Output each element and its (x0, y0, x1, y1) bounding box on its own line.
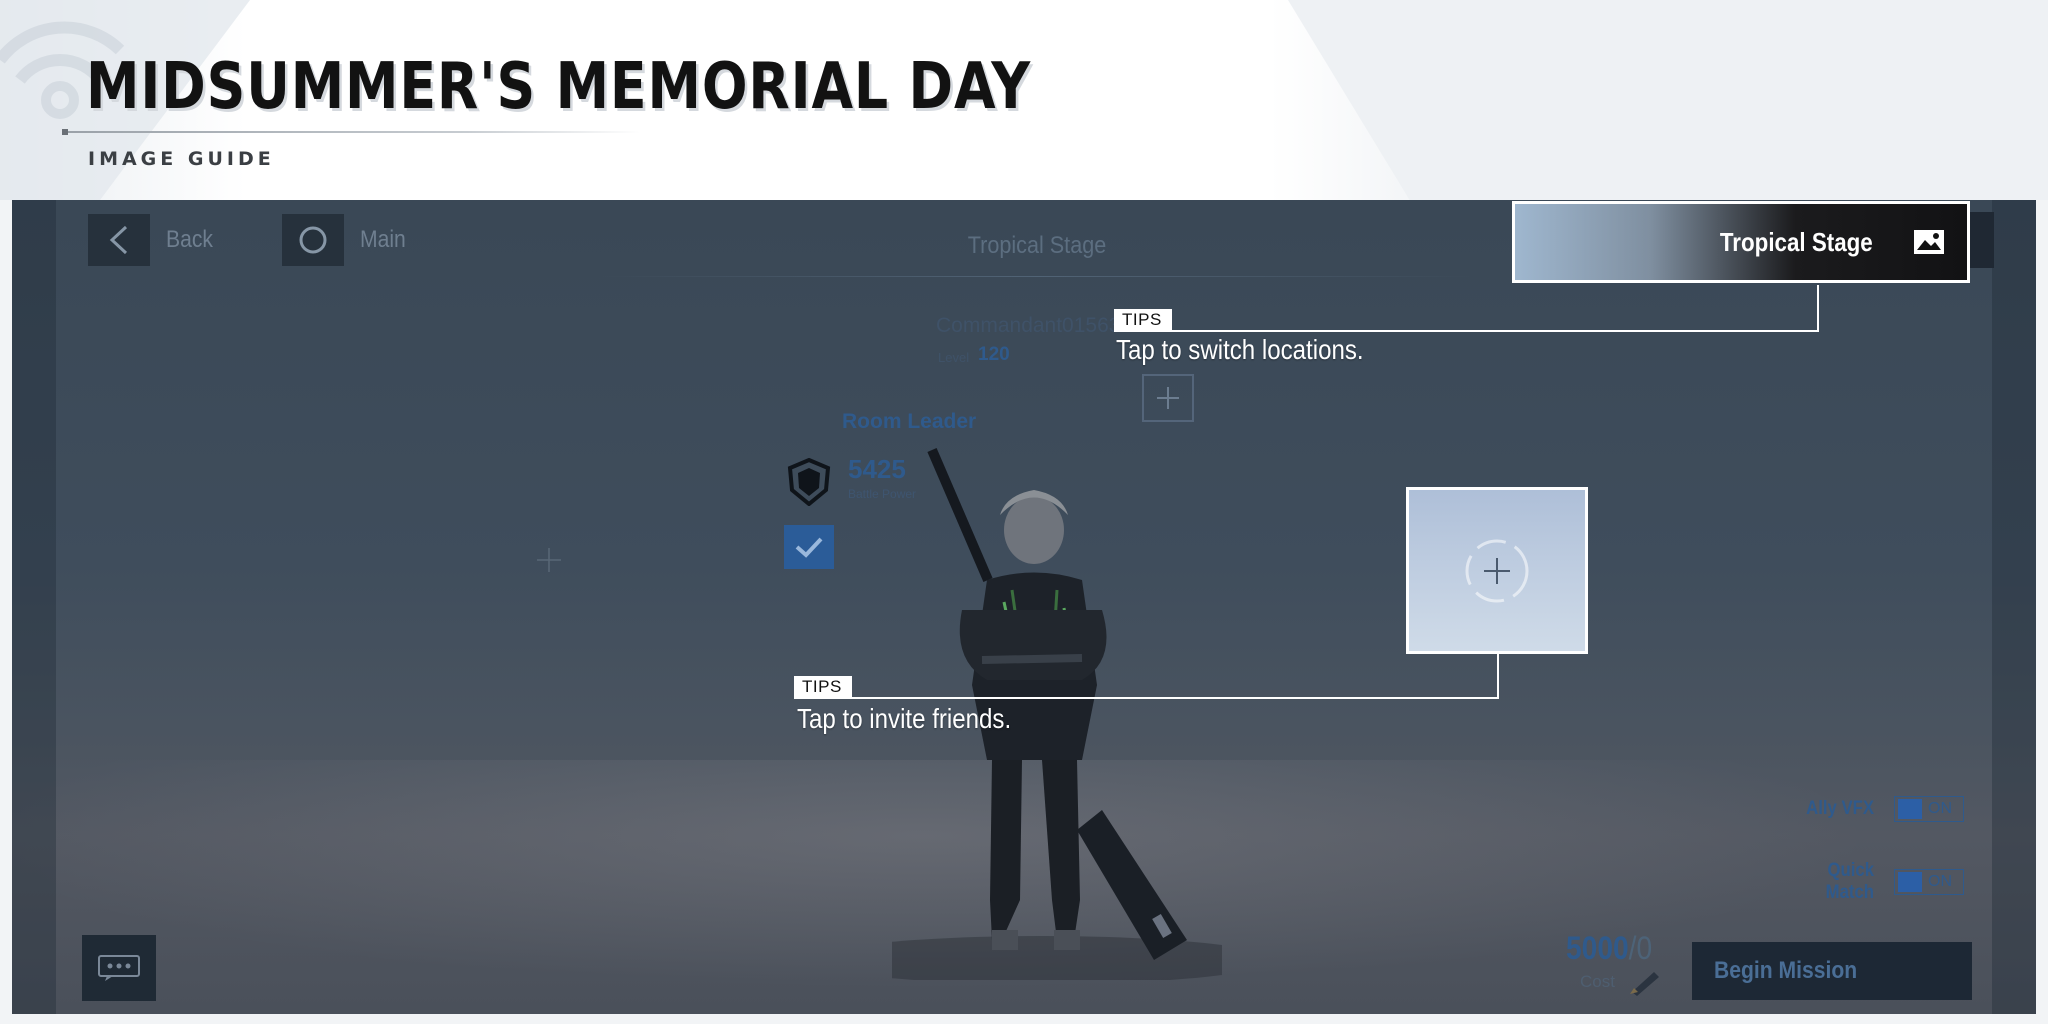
game-screenshot: Back Main Tropical Stage Commandant01563… (12, 200, 2036, 1014)
main-button-box (282, 214, 344, 266)
circle-icon (299, 226, 327, 254)
stage-switch-label: Tropical Stage (1720, 226, 1873, 257)
plus-icon (1465, 539, 1529, 602)
ally-vfx-toggle-row: Ally VFX ON (1778, 796, 1964, 822)
tip-connector (1817, 285, 1819, 331)
stage-switch-tab (1970, 212, 1994, 268)
character-model (892, 448, 1222, 980)
frame-right (1992, 200, 2036, 1014)
chat-bubble-icon (98, 955, 140, 981)
checkmark-icon (795, 537, 823, 558)
image-icon (1914, 230, 1944, 254)
back-button[interactable]: Back (88, 214, 219, 266)
frame-left (12, 200, 56, 1014)
quick-match-toggle-row: Quick Match ON (1778, 860, 1964, 904)
battle-power-value: 5425 (848, 454, 906, 484)
back-button-box (88, 214, 150, 266)
main-button[interactable]: Main (282, 214, 412, 266)
main-label: Main (360, 226, 406, 253)
stage-title-divider (602, 276, 1472, 277)
commander-name: Commandant01563 (936, 314, 1121, 337)
battle-power-label: Battle Power (848, 487, 917, 501)
tip-tag: TIPS (794, 676, 852, 698)
cost-label: Cost (1580, 972, 1615, 991)
ally-vfx-toggle[interactable]: ON (1894, 796, 1964, 822)
pencil-icon (1630, 972, 1659, 996)
cost-current: 5000 (1566, 930, 1629, 966)
guide-header: MIDSUMMER'S MEMORIAL DAY IMAGE GUIDE (0, 0, 2048, 200)
quick-match-label: Quick Match (1825, 860, 1874, 903)
page-subtitle: IMAGE GUIDE (88, 148, 275, 170)
chat-button[interactable] (82, 935, 156, 1001)
title-underline (64, 131, 640, 133)
back-label: Back (166, 226, 213, 253)
tip-tag: TIPS (1114, 309, 1172, 331)
toggle-state: ON (1928, 873, 1952, 890)
header-decor-right (1288, 0, 2048, 200)
cost-value: 5000/0 (1566, 930, 1652, 967)
cost-max: 0 (1636, 930, 1653, 966)
page-title: MIDSUMMER'S MEMORIAL DAY (86, 50, 1032, 124)
begin-mission-label: Begin Mission (1714, 957, 1858, 984)
begin-mission-button[interactable]: Begin Mission (1692, 942, 1972, 1000)
tip-connector (1497, 654, 1499, 699)
chevron-left-icon (109, 225, 128, 255)
quick-match-toggle[interactable]: ON (1894, 869, 1964, 895)
shield-icon (787, 458, 831, 506)
toggle-knob (1898, 799, 1922, 819)
cost-separator: / (1628, 930, 1637, 966)
tip-text-invite-friends: Tap to invite friends. (797, 703, 1012, 734)
toggle-knob (1898, 872, 1922, 892)
stage-title: Tropical Stage (967, 232, 1107, 259)
ally-vfx-label: Ally VFX (1806, 798, 1874, 819)
title-underline-dot (62, 129, 68, 135)
room-leader-label: Room Leader (842, 410, 977, 433)
switch-location-button[interactable]: Tropical Stage (1512, 201, 1970, 283)
toggle-state: ON (1928, 800, 1952, 817)
invite-friend-slot[interactable] (1406, 487, 1588, 654)
tip-connector (1114, 330, 1819, 332)
tip-text-switch-locations: Tap to switch locations. (1116, 334, 1364, 365)
ready-checkbox[interactable] (784, 525, 834, 569)
plus-icon (537, 548, 561, 572)
tip-connector (794, 697, 1499, 699)
